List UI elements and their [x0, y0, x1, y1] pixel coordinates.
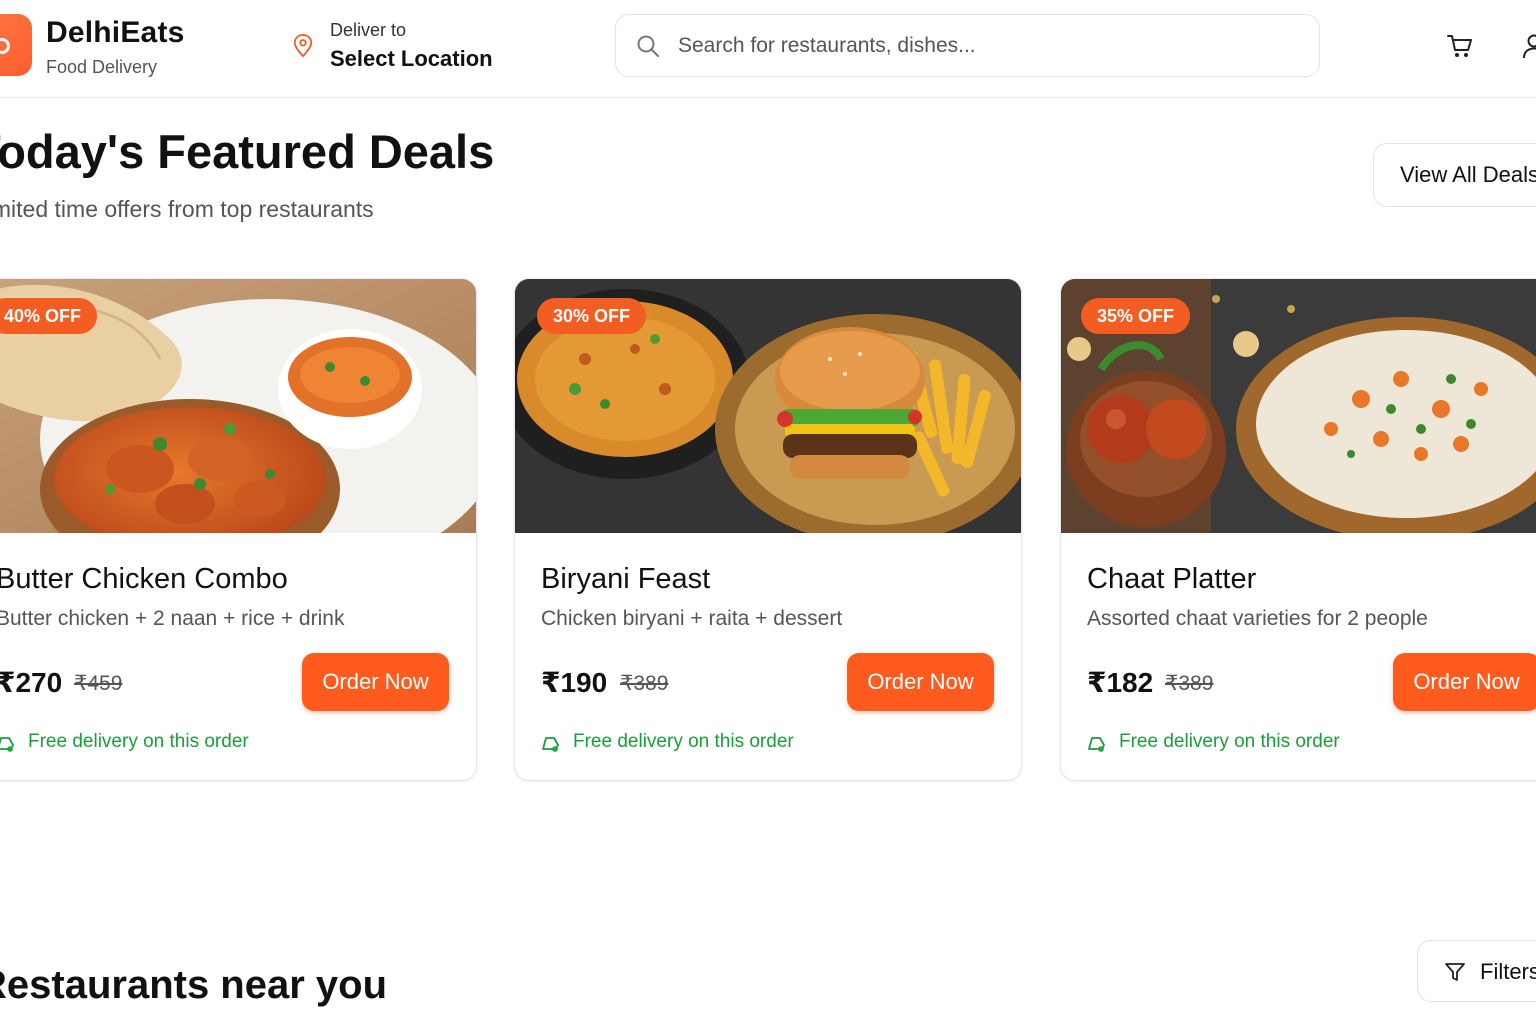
- search-icon: [637, 35, 659, 57]
- discount-badge: 40% OFF: [0, 298, 98, 334]
- order-now-button[interactable]: Order Now: [302, 653, 449, 711]
- deal-price: ₹270: [0, 667, 63, 698]
- deal-price: ₹182: [1087, 667, 1154, 698]
- discount-badge: 35% OFF: [1081, 298, 1191, 334]
- deal-card-biryani-feast[interactable]: 30% OFF Biryani Feast Chicken biryani + …: [515, 279, 1021, 780]
- deal-original-price: ₹389: [620, 672, 669, 695]
- view-all-deals-button[interactable]: View All Deals: [1373, 143, 1536, 207]
- location-pin-icon[interactable]: [292, 33, 314, 59]
- deal-description: Chicken biryani + raita + dessert: [541, 607, 843, 630]
- filters-button[interactable]: Filters: [1417, 940, 1536, 1002]
- deal-original-price: ₹389: [1165, 672, 1214, 695]
- delivery-icon: [0, 737, 14, 752]
- free-delivery-text: Free delivery on this order: [1119, 731, 1340, 752]
- deal-description: Butter chicken + 2 naan + rice + drink: [0, 607, 345, 630]
- brand-tagline: Food Delivery: [46, 57, 158, 77]
- location-selector[interactable]: Select Location: [330, 46, 493, 72]
- filter-icon: [1445, 963, 1465, 981]
- featured-deals-title: Today's Featured Deals: [0, 125, 495, 178]
- search-bar[interactable]: [615, 14, 1320, 77]
- brand-name[interactable]: DelhiEats: [46, 16, 185, 50]
- free-delivery-text: Free delivery on this order: [28, 731, 249, 752]
- deal-card-butter-chicken[interactable]: 40% OFF Butter Chicken Combo Butter chic…: [0, 279, 476, 780]
- filters-label: Filters: [1480, 959, 1536, 984]
- free-delivery-text: Free delivery on this order: [573, 731, 794, 752]
- deal-price: ₹190: [541, 667, 608, 698]
- order-now-button[interactable]: Order Now: [847, 653, 994, 711]
- discount-badge: 30% OFF: [537, 298, 647, 334]
- deal-description: Assorted chaat varieties for 2 people: [1087, 607, 1428, 630]
- order-now-button[interactable]: Order Now: [1393, 653, 1536, 711]
- brand-logo-icon[interactable]: [0, 14, 32, 76]
- top-header: DelhiEats Food Delivery Deliver to Selec…: [0, 0, 1536, 98]
- deal-title: Chaat Platter: [1087, 563, 1257, 595]
- deal-title: Butter Chicken Combo: [0, 563, 288, 595]
- delivery-icon: [1088, 737, 1105, 752]
- restaurants-near-you-title: Restaurants near you: [0, 963, 388, 1007]
- cart-icon[interactable]: [1446, 32, 1474, 60]
- deal-title: Biryani Feast: [541, 563, 711, 595]
- deliver-to-label: Deliver to: [330, 20, 407, 40]
- user-icon[interactable]: [1522, 33, 1536, 59]
- featured-deals-subtitle: Limited time offers from top restaurants: [0, 196, 374, 222]
- search-input[interactable]: [678, 28, 1298, 64]
- deal-original-price: ₹459: [74, 672, 123, 695]
- deal-card-chaat-platter[interactable]: 35% OFF Chaat Platter Assorted chaat var…: [1061, 279, 1536, 780]
- delivery-icon: [542, 737, 559, 752]
